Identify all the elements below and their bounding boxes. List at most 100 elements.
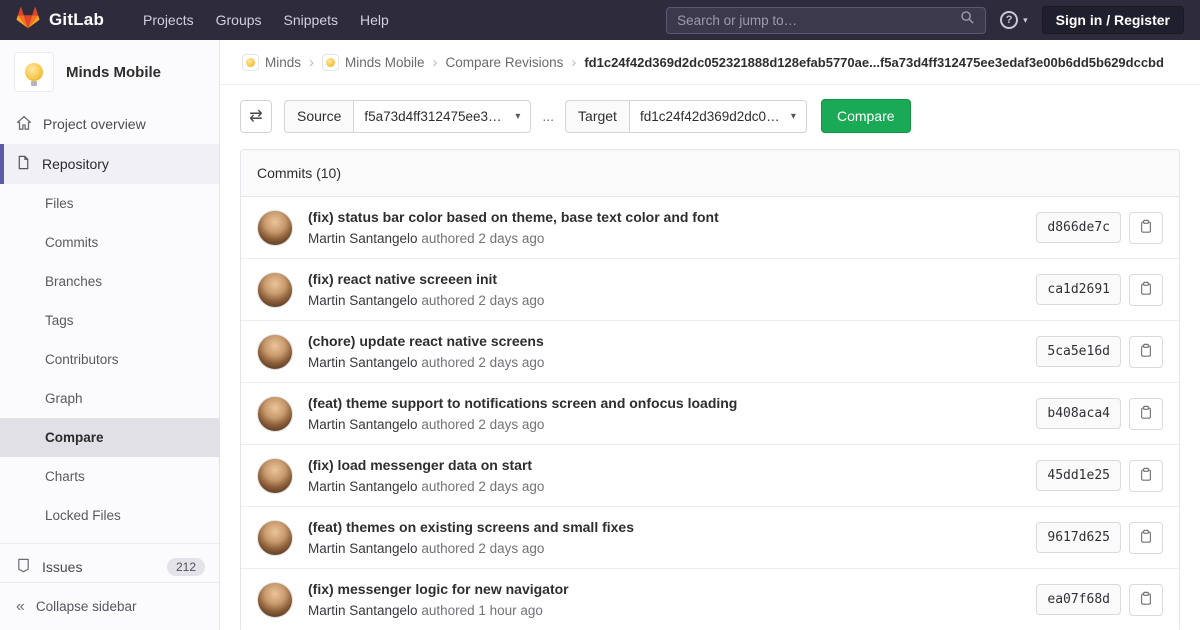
home-icon <box>16 115 32 134</box>
target-input-group: Target fd1c24f42d369d2dc052… ▾ <box>565 100 807 133</box>
commit-author-link[interactable]: Martin Santangelo <box>308 293 418 308</box>
lightbulb-icon <box>25 63 43 81</box>
compare-button[interactable]: Compare <box>821 99 911 133</box>
author-avatar[interactable] <box>257 582 293 618</box>
sign-in-register-button[interactable]: Sign in / Register <box>1042 6 1184 34</box>
copy-sha-button[interactable] <box>1129 460 1163 492</box>
author-avatar[interactable] <box>257 458 293 494</box>
commit-authored-ago: authored 2 days ago <box>421 355 544 370</box>
clipboard-icon <box>1139 405 1153 423</box>
commit-sha-link[interactable]: ea07f68d <box>1036 584 1121 615</box>
copy-sha-button[interactable] <box>1129 212 1163 244</box>
copy-sha-button[interactable] <box>1129 584 1163 616</box>
commit-actions: 45dd1e25 <box>1036 460 1163 492</box>
commit-sha-link[interactable]: 5ca5e16d <box>1036 336 1121 367</box>
commit-title-link[interactable]: (fix) status bar color based on theme, b… <box>308 209 1018 225</box>
commit-row: (chore) update react native screens Mart… <box>241 321 1179 383</box>
project-sidebar: Minds Mobile Project overview Repository… <box>0 40 220 630</box>
sidebar-item-locked-files[interactable]: Locked Files <box>0 496 219 535</box>
collapse-sidebar-button[interactable]: « Collapse sidebar <box>0 582 219 630</box>
commit-title-link[interactable]: (feat) theme support to notifications sc… <box>308 395 1018 411</box>
commit-title-link[interactable]: (feat) themes on existing screens and sm… <box>308 519 1018 535</box>
author-avatar[interactable] <box>257 396 293 432</box>
commit-meta: Martin Santangelo authored 2 days ago <box>308 479 1018 494</box>
commit-sha-link[interactable]: 9617d625 <box>1036 522 1121 553</box>
sidebar-item-contributors[interactable]: Contributors <box>0 340 219 379</box>
chevron-right-icon: › <box>433 54 438 71</box>
nav-item-groups[interactable]: Groups <box>205 0 273 40</box>
sidebar-project-header[interactable]: Minds Mobile <box>0 40 219 104</box>
commit-sha-link[interactable]: d866de7c <box>1036 212 1121 243</box>
commit-title-link[interactable]: (fix) load messenger data on start <box>308 457 1018 473</box>
swap-revisions-button[interactable]: ⇄ <box>240 100 272 133</box>
commit-author-link[interactable]: Martin Santangelo <box>308 479 418 494</box>
source-ref-value: f5a73d4ff312475ee3ed… <box>364 109 507 124</box>
collapse-sidebar-label: Collapse sidebar <box>36 599 137 614</box>
breadcrumb-item-compare-revisions[interactable]: Compare Revisions <box>446 55 564 70</box>
commit-info: (fix) status bar color based on theme, b… <box>308 209 1018 246</box>
commit-meta: Martin Santangelo authored 2 days ago <box>308 355 1018 370</box>
sidebar-item-graph[interactable]: Graph <box>0 379 219 418</box>
breadcrumb-item-minds[interactable]: Minds <box>242 54 301 71</box>
commit-sha-link[interactable]: 45dd1e25 <box>1036 460 1121 491</box>
sidebar-item-tags[interactable]: Tags <box>0 301 219 340</box>
author-avatar[interactable] <box>257 520 293 556</box>
repository-icon <box>16 155 31 173</box>
author-avatar[interactable] <box>257 210 293 246</box>
double-chevron-left-icon: « <box>16 598 25 616</box>
commit-title-link[interactable]: (fix) messenger logic for new navigator <box>308 581 1018 597</box>
issues-count-badge: 212 <box>167 558 205 576</box>
author-avatar[interactable] <box>257 334 293 370</box>
help-dropdown[interactable]: ? ▾ <box>1000 11 1028 29</box>
sidebar-item-commits[interactable]: Commits <box>0 223 219 262</box>
commits-panel-header: Commits (10) <box>241 150 1179 197</box>
copy-sha-button[interactable] <box>1129 336 1163 368</box>
author-avatar[interactable] <box>257 272 293 308</box>
commit-meta: Martin Santangelo authored 2 days ago <box>308 231 1018 246</box>
breadcrumb-label: Compare Revisions <box>446 55 564 70</box>
commit-title-link[interactable]: (chore) update react native screens <box>308 333 1018 349</box>
nav-item-snippets[interactable]: Snippets <box>273 0 349 40</box>
commit-info: (fix) messenger logic for new navigator … <box>308 581 1018 618</box>
commit-author-link[interactable]: Martin Santangelo <box>308 603 418 618</box>
commit-row: (fix) load messenger data on start Marti… <box>241 445 1179 507</box>
nav-item-projects[interactable]: Projects <box>132 0 205 40</box>
chevron-right-icon: › <box>571 54 576 71</box>
breadcrumb-item-minds-mobile[interactable]: Minds Mobile <box>322 54 425 71</box>
commit-actions: b408aca4 <box>1036 398 1163 430</box>
source-ref-dropdown[interactable]: f5a73d4ff312475ee3ed… ▾ <box>353 100 531 133</box>
sidebar-item-charts[interactable]: Charts <box>0 457 219 496</box>
sidebar-item-project-overview[interactable]: Project overview <box>0 104 219 144</box>
chevron-down-icon: ▾ <box>791 111 796 122</box>
search-icon <box>960 10 975 30</box>
commit-author-link[interactable]: Martin Santangelo <box>308 355 418 370</box>
commit-sha-link[interactable]: ca1d2691 <box>1036 274 1121 305</box>
global-search-box[interactable] <box>666 7 986 34</box>
commit-actions: ea07f68d <box>1036 584 1163 616</box>
sidebar-item-files[interactable]: Files <box>0 184 219 223</box>
commit-author-link[interactable]: Martin Santangelo <box>308 417 418 432</box>
clipboard-icon <box>1139 529 1153 547</box>
sidebar-item-repository[interactable]: Repository <box>0 144 219 184</box>
nav-item-help[interactable]: Help <box>349 0 400 40</box>
target-ref-dropdown[interactable]: fd1c24f42d369d2dc052… ▾ <box>629 100 807 133</box>
sidebar-item-compare[interactable]: Compare <box>0 418 219 457</box>
lightbulb-icon <box>246 58 255 67</box>
copy-sha-button[interactable] <box>1129 274 1163 306</box>
copy-sha-button[interactable] <box>1129 522 1163 554</box>
sidebar-item-branches[interactable]: Branches <box>0 262 219 301</box>
commit-author-link[interactable]: Martin Santangelo <box>308 541 418 556</box>
commit-title-link[interactable]: (fix) react native screeen init <box>308 271 1018 287</box>
clipboard-icon <box>1139 591 1153 609</box>
copy-sha-button[interactable] <box>1129 398 1163 430</box>
search-input[interactable] <box>677 13 960 28</box>
commit-sha-link[interactable]: b408aca4 <box>1036 398 1121 429</box>
commit-authored-ago: authored 2 days ago <box>421 479 544 494</box>
commit-authored-ago: authored 2 days ago <box>421 293 544 308</box>
commit-actions: 5ca5e16d <box>1036 336 1163 368</box>
commit-author-link[interactable]: Martin Santangelo <box>308 231 418 246</box>
gitlab-logo-link[interactable]: GitLab <box>16 6 104 34</box>
source-label: Source <box>284 100 353 133</box>
project-avatar-small <box>322 54 339 71</box>
chevron-down-icon: ▾ <box>515 111 520 122</box>
